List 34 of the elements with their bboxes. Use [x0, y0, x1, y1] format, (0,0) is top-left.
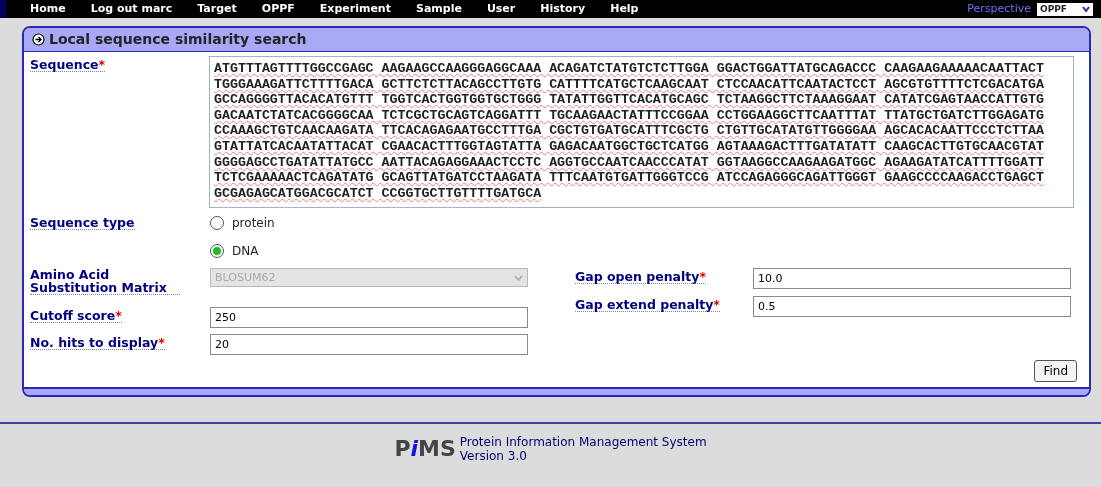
nav-link[interactable]: History [540, 0, 586, 18]
field-label: Cutoff score* [30, 309, 122, 323]
field-label: Sequence* [30, 58, 106, 72]
circle-arrow-icon[interactable] [32, 33, 45, 46]
nav-link[interactable]: Target [197, 0, 237, 18]
perspective-label: Perspective [967, 0, 1031, 17]
perspective-select[interactable]: OPPF [1037, 2, 1093, 16]
nav-link[interactable]: Experiment [319, 0, 391, 18]
find-button[interactable]: Find [1034, 360, 1077, 382]
radio-label: DNA [232, 243, 259, 260]
footer-version: Version 3.0 [459, 448, 528, 463]
radio-button[interactable] [210, 216, 224, 230]
field-label: No. hits to display* [30, 336, 165, 350]
field-label: Gap extend penalty* [575, 298, 720, 312]
field-label: Sequence type [30, 216, 135, 230]
field-label: Amino Acid Substitution Matrix [30, 268, 180, 295]
nav-link[interactable]: Sample [415, 0, 462, 18]
panel-title: Local sequence similarity search [49, 30, 307, 49]
nav-link[interactable]: Log out marc [90, 0, 173, 18]
nav-link[interactable]: Home [30, 0, 66, 18]
radio-button[interactable] [210, 244, 224, 258]
nav-link[interactable]: User [486, 0, 516, 18]
logo: PiMS [394, 435, 456, 463]
input-field[interactable]: 250 [210, 307, 528, 328]
radio-label: protein [232, 215, 275, 232]
field-label: Gap open penalty* [575, 270, 706, 284]
input-field[interactable]: 10.0 [753, 268, 1071, 289]
sequence-field[interactable]: ATGTTTAGTTTTGGCCGAGC AAGAAGCCAAGGGAGGCAAA ACAGATCTATGTCTCTTGGA GGACTGGATTATGCAGACCC CAAGAAGAAAAACAATTACT TGGGAAAGATTCTTTTGACA GCTTCTCTTACAGCCTTGTG CATTTTCATGCTCAAGCAAT CTCCAACATTCAATACTCCT AGCGTGTTTTCTCGACATGA GCCAGGGGTTACACATGTTT TGGTCACTGGTGGTGCTGGG TATATTGGTTCACATGCAGC TCTAAGGCTTCTAAAGGAAT CATATCGAGTAACCATTGTG GACAATCTATCACGGGGCAA TCTCGCTGCAGTCAGGATTT TGCAAGAACTATTTCCGGAA CCTGGAAGGCTTCAATTTAT TTATGCTGATCTTGGAGATG CCAAAGCTGTCAACAAGATA TTCACAGAGAATGCCTTTGA CGCTGTGATGCATTTCGCTG CTGTTGCATATGTTGGGGAA AGCACACAATTCCCTCTTAA GTATTATCACAATATTACAT CGAACACTTTGGTAGTATTA GAGACAATGGCTGCTCATGG AGTAAAGACTTTGATATATT CAAGCACTTGTGCAACGTAT GGGGAGCCTGATATTATGCC AATTACAGAGGAAACTCCTC AGGTGCCAATCAACCCATAT GGTAAGGCCAAGAAGATGGC AGAAGATATCATTTTGGATT TCTCGAAAAACTCAGATATG GCAGTTATGATCCTAAGATA TTTCAATGTGATTGGGTCCG ATCCAGAGGGCAGATTGGGT GAAGCCCCAAGACCTGAGCT GCGAGAGCATGGACGCATCT CCGGTGCTTGTTTTGATGCA [209, 56, 1074, 208]
input-field[interactable]: 0.5 [753, 296, 1071, 317]
footer-title: Protein Information Management System [459, 434, 707, 449]
nav-link[interactable]: OPPF [261, 0, 295, 18]
nav-link[interactable]: Help [610, 0, 639, 18]
caret-icon[interactable] [1082, 6, 1090, 12]
input-field[interactable]: 20 [210, 334, 528, 355]
